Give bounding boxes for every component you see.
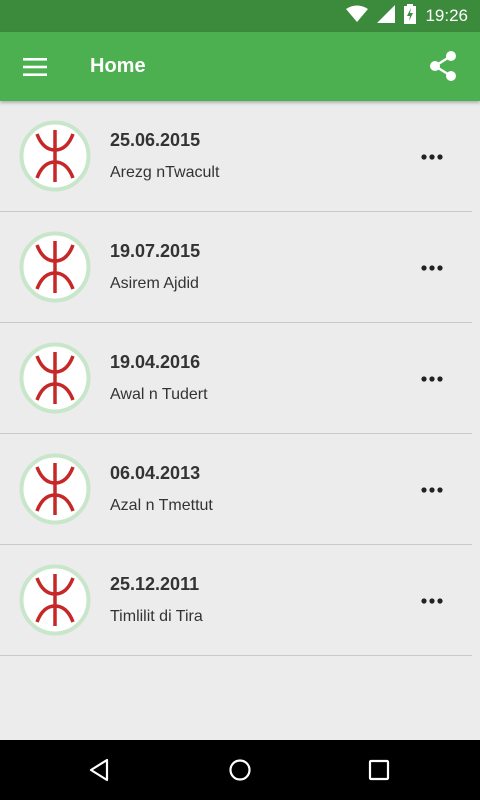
item-title: Arezg nTwacult bbox=[110, 164, 220, 181]
amazigh-yaz-symbol-icon bbox=[19, 564, 91, 636]
item-date: 25.12.2011 bbox=[110, 574, 200, 594]
amazigh-yaz-symbol-icon bbox=[19, 231, 91, 303]
item-list: 25.06.2015 Arezg nTwacult 19.07.2015 Asi… bbox=[0, 101, 472, 656]
item-title: Asirem Ajdid bbox=[110, 275, 199, 292]
status-bar: 19:26 bbox=[0, 0, 480, 32]
item-date: 06.04.2013 bbox=[110, 463, 201, 483]
list-item[interactable]: 25.06.2015 Arezg nTwacult bbox=[0, 101, 472, 212]
item-date: 25.06.2015 bbox=[110, 130, 201, 150]
more-horizontal-icon[interactable] bbox=[414, 472, 450, 508]
share-icon[interactable] bbox=[424, 47, 462, 85]
navigation-bar bbox=[0, 740, 480, 800]
amazigh-yaz-symbol-icon bbox=[19, 120, 91, 192]
hamburger-menu-icon[interactable] bbox=[19, 51, 51, 83]
more-horizontal-icon[interactable] bbox=[414, 583, 450, 619]
wifi-icon bbox=[346, 5, 369, 28]
more-horizontal-icon[interactable] bbox=[414, 250, 450, 286]
item-date: 19.04.2016 bbox=[110, 352, 201, 372]
page-title: Home bbox=[90, 55, 146, 77]
list-item[interactable]: 19.04.2016 Awal n Tudert bbox=[0, 323, 472, 434]
status-time: 19:26 bbox=[425, 6, 468, 25]
home-icon[interactable] bbox=[218, 748, 262, 792]
list-item[interactable]: 25.12.2011 Timlilit di Tira bbox=[0, 545, 472, 656]
more-horizontal-icon[interactable] bbox=[414, 361, 450, 397]
list-item[interactable]: 06.04.2013 Azal n Tmettut bbox=[0, 434, 472, 545]
recents-icon[interactable] bbox=[357, 748, 401, 792]
app-bar: Home bbox=[0, 32, 480, 101]
item-title: Azal n Tmettut bbox=[110, 497, 213, 514]
item-date: 19.07.2015 bbox=[110, 241, 201, 261]
item-title: Timlilit di Tira bbox=[110, 608, 203, 625]
amazigh-yaz-symbol-icon bbox=[19, 342, 91, 414]
battery-charging-icon bbox=[404, 3, 417, 29]
signal-icon bbox=[377, 4, 396, 28]
amazigh-yaz-symbol-icon bbox=[19, 453, 91, 525]
more-horizontal-icon[interactable] bbox=[414, 139, 450, 175]
list-item[interactable]: 19.07.2015 Asirem Ajdid bbox=[0, 212, 472, 323]
back-icon[interactable] bbox=[77, 748, 121, 792]
item-title: Awal n Tudert bbox=[110, 386, 208, 403]
